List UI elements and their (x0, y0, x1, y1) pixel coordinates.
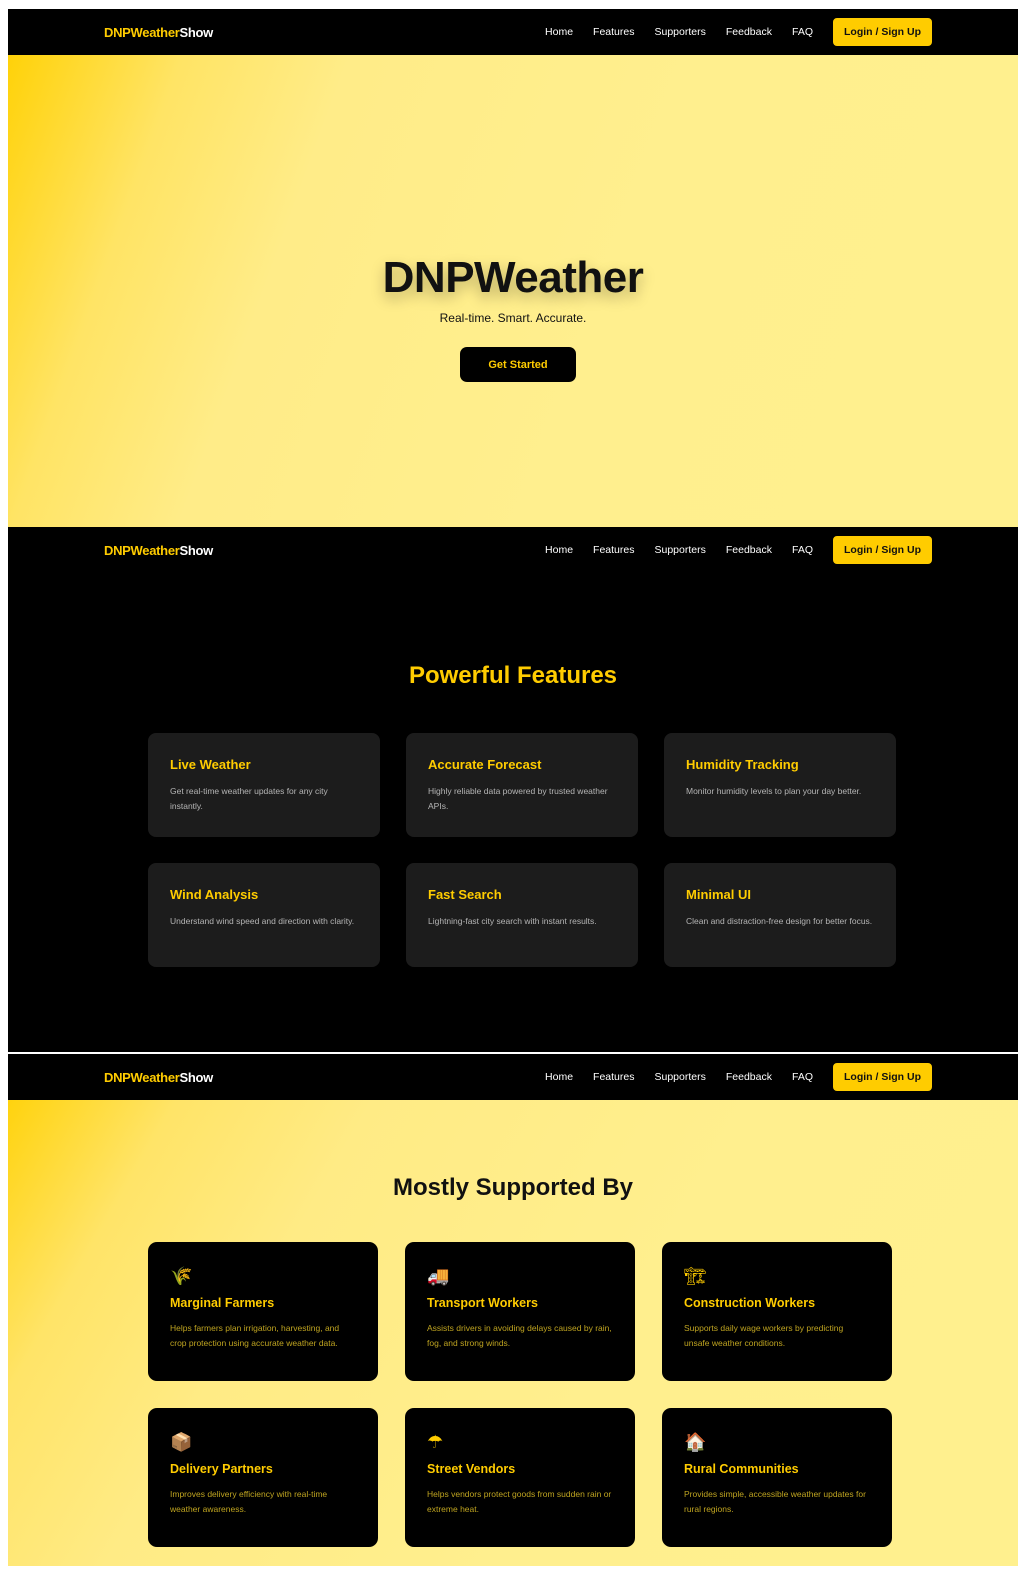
nav-menu: Home Features Supporters Feedback FAQ Lo… (545, 18, 932, 46)
nav-supporters[interactable]: Supporters (654, 26, 705, 38)
nav-supporters[interactable]: Supporters (654, 544, 705, 556)
nav-feedback[interactable]: Feedback (726, 26, 772, 38)
nav-feedback[interactable]: Feedback (726, 1071, 772, 1083)
supporter-card-title: Marginal Farmers (170, 1296, 275, 1310)
brand-logo[interactable]: DNPWeatherShow (104, 543, 213, 558)
brand-part-weather: DNPWeather (104, 542, 180, 558)
supporter-card-title: Transport Workers (427, 1296, 538, 1310)
features-section: DNPWeatherShow Home Features Supporters … (8, 527, 1018, 1052)
supporter-card-title: Street Vendors (427, 1462, 516, 1476)
feature-card-title: Humidity Tracking (686, 757, 799, 772)
feature-card-desc: Monitor humidity levels to plan your day… (686, 786, 862, 796)
supporter-card-marginal-farmers: 🌾 Marginal Farmers Helps farmers plan ir… (148, 1242, 378, 1381)
nav-faq[interactable]: FAQ (792, 26, 813, 38)
brand-logo[interactable]: DNPWeatherShow (104, 1070, 213, 1085)
construction-crane-icon: 🏗 (684, 1266, 707, 1287)
supporter-card-title: Delivery Partners (170, 1462, 273, 1476)
supporters-title: Mostly Supported By (392, 1174, 633, 1201)
supporter-card-desc: Helps farmers plan irrigation, harvestin… (170, 1323, 340, 1348)
nav-features[interactable]: Features (593, 1071, 634, 1083)
supporter-card-rural-communities: 🏠 Rural Communities Provides simple, acc… (662, 1408, 892, 1547)
navbar: DNPWeatherShow Home Features Supporters … (8, 1054, 1018, 1100)
supporter-card-delivery-partners: 📦 Delivery Partners Improves delivery ef… (148, 1408, 378, 1547)
get-started-button[interactable]: Get Started (460, 347, 576, 382)
supporter-card-title: Construction Workers (684, 1296, 816, 1310)
brand-part-weather: DNPWeather (104, 1069, 180, 1085)
supporters-grid: 🌾 Marginal Farmers Helps farmers plan ir… (148, 1242, 898, 1547)
nav-features[interactable]: Features (593, 26, 634, 38)
brand-part-show: Show (179, 24, 214, 40)
feature-card-desc: Highly reliable data powered by trusted … (428, 786, 608, 811)
nav-menu: Home Features Supporters Feedback FAQ Lo… (545, 1063, 932, 1091)
feature-card-accurate-forecast: Accurate Forecast Highly reliable data p… (406, 733, 638, 837)
feature-card-live-weather: Live Weather Get real-time weather updat… (148, 733, 380, 837)
login-signup-button[interactable]: Login / Sign Up (833, 536, 932, 564)
truck-icon: 🚚 (427, 1266, 450, 1287)
features-title: Powerful Features (408, 662, 618, 689)
nav-features[interactable]: Features (593, 544, 634, 556)
house-icon: 🏠 (684, 1432, 707, 1453)
feature-card-wind-analysis: Wind Analysis Understand wind speed and … (148, 863, 380, 967)
supporter-card-desc: Helps vendors protect goods from sudden … (427, 1489, 612, 1514)
feature-card-minimal-ui: Minimal UI Clean and distraction-free de… (664, 863, 896, 967)
hero-subtitle: Real-time. Smart. Accurate. (439, 311, 587, 325)
feature-card-title: Minimal UI (686, 887, 752, 902)
wheat-icon: 🌾 (170, 1266, 193, 1287)
supporter-card-transport-workers: 🚚 Transport Workers Assists drivers in a… (405, 1242, 635, 1381)
nav-feedback[interactable]: Feedback (726, 544, 772, 556)
nav-home[interactable]: Home (545, 1071, 573, 1083)
supporters-section: DNPWeatherShow Home Features Supporters … (8, 1054, 1018, 1566)
nav-supporters[interactable]: Supporters (654, 1071, 705, 1083)
feature-card-desc: Get real-time weather updates for any ci… (170, 786, 328, 811)
brand-part-show: Show (179, 542, 214, 558)
supporter-card-desc: Improves delivery efficiency with real-t… (170, 1489, 328, 1514)
login-signup-button[interactable]: Login / Sign Up (833, 1063, 932, 1091)
brand-part-weather: DNPWeather (104, 24, 180, 40)
brand-logo[interactable]: DNPWeatherShow (104, 25, 213, 40)
feature-card-fast-search: Fast Search Lightning-fast city search w… (406, 863, 638, 967)
feature-card-humidity-tracking: Humidity Tracking Monitor humidity level… (664, 733, 896, 837)
feature-card-desc: Understand wind speed and direction with… (170, 916, 355, 926)
nav-faq[interactable]: FAQ (792, 544, 813, 556)
nav-home[interactable]: Home (545, 26, 573, 38)
feature-card-title: Wind Analysis (170, 887, 259, 902)
feature-card-desc: Lightning-fast city search with instant … (428, 916, 597, 926)
nav-faq[interactable]: FAQ (792, 1071, 813, 1083)
page-bottom-edge (8, 1566, 1018, 1587)
login-signup-button[interactable]: Login / Sign Up (833, 18, 932, 46)
feature-card-title: Accurate Forecast (428, 757, 542, 772)
nav-home[interactable]: Home (545, 544, 573, 556)
navbar: DNPWeatherShow Home Features Supporters … (8, 527, 1018, 573)
package-icon: 📦 (170, 1432, 193, 1453)
navbar: DNPWeatherShow Home Features Supporters … (8, 9, 1018, 55)
supporter-card-desc: Supports daily wage workers by predictin… (684, 1323, 844, 1348)
supporter-card-desc: Provides simple, accessible weather upda… (684, 1489, 866, 1514)
features-grid: Live Weather Get real-time weather updat… (148, 733, 898, 967)
umbrella-icon: ☂ (427, 1432, 444, 1453)
feature-card-title: Live Weather (170, 757, 251, 772)
supporter-card-desc: Assists drivers in avoiding delays cause… (427, 1323, 612, 1348)
supporter-card-street-vendors: ☂ Street Vendors Helps vendors protect g… (405, 1408, 635, 1547)
brand-part-show: Show (179, 1069, 214, 1085)
feature-card-desc: Clean and distraction-free design for be… (686, 916, 873, 926)
nav-menu: Home Features Supporters Feedback FAQ Lo… (545, 536, 932, 564)
supporter-card-title: Rural Communities (684, 1462, 799, 1476)
hero-title: DNPWeather (382, 253, 644, 302)
feature-card-title: Fast Search (428, 887, 502, 902)
supporter-card-construction-workers: 🏗 Construction Workers Supports daily wa… (662, 1242, 892, 1381)
hero-section: DNPWeatherShow Home Features Supporters … (8, 9, 1018, 527)
